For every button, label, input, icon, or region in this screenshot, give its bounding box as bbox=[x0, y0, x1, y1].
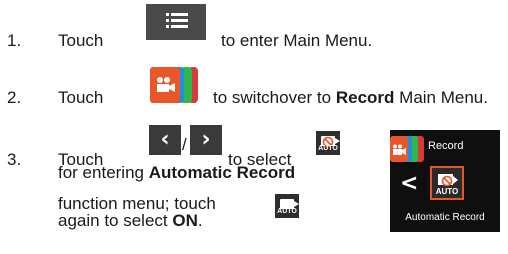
auto-record-icon-2: AUTO bbox=[275, 194, 299, 218]
step-2-text-b: Main Menu. bbox=[399, 88, 488, 107]
step-2-text-a: to switchover to bbox=[213, 88, 332, 107]
step-3-number: 3. bbox=[7, 150, 22, 169]
step-1-text: to enter Main Menu. bbox=[221, 31, 373, 50]
panel-tab-label: Record bbox=[428, 140, 464, 152]
chevron-right-icon: › bbox=[190, 125, 222, 155]
step-2-number: 2. bbox=[7, 88, 22, 107]
step-2-touch: Touch bbox=[58, 88, 104, 107]
list-icon bbox=[166, 13, 188, 29]
step-3-on: ON bbox=[172, 211, 198, 230]
step-3-automatic-record: Automatic Record bbox=[148, 163, 296, 182]
auto-label: AUTO bbox=[318, 145, 338, 152]
menu-button bbox=[146, 4, 206, 40]
device-screen: Record < AUTO Automatic Record bbox=[390, 130, 500, 232]
step-2-record: Record bbox=[335, 88, 395, 107]
panel-tab-bar: Record bbox=[390, 136, 500, 162]
step-3-period: . bbox=[197, 211, 203, 230]
step-3-again: again to select ON. bbox=[58, 211, 203, 231]
step-3-entering: for entering Automatic Record bbox=[58, 163, 295, 183]
step-3-slash: / bbox=[182, 135, 187, 154]
panel-prev-icon: < bbox=[400, 171, 419, 196]
step-3-again-text: again to select bbox=[58, 211, 168, 230]
panel-auto-record-icon: AUTO bbox=[430, 166, 464, 200]
step-2-text: to switchover to Record Main Menu. bbox=[213, 88, 488, 108]
chevron-left-icon: ‹ bbox=[149, 125, 181, 155]
step-1-touch: Touch bbox=[58, 31, 104, 50]
step-1-number: 1. bbox=[7, 31, 22, 50]
step-3-entering-text: for entering bbox=[58, 163, 144, 182]
record-tab-icon bbox=[150, 67, 200, 103]
auto-record-icon: AUTO bbox=[316, 131, 340, 155]
panel-auto-label: AUTO bbox=[435, 187, 459, 196]
auto-label-2: AUTO bbox=[277, 208, 297, 215]
panel-caption: Automatic Record bbox=[405, 212, 485, 223]
